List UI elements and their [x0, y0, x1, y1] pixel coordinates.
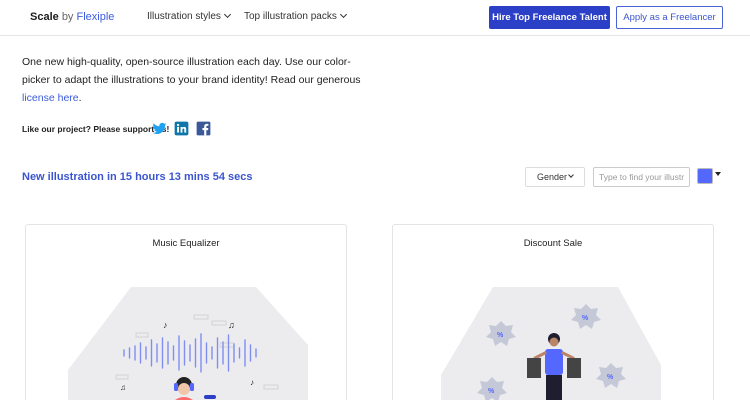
illustration-search-input[interactable] [593, 167, 690, 187]
intro-text: One new high-quality, open-source illust… [22, 56, 361, 86]
countdown-text: New illustration in 15 hours 13 mins 54 … [22, 171, 253, 183]
intro-tail: . [78, 92, 82, 104]
chevron-down-icon [568, 172, 574, 178]
brand-bold: Scale [30, 11, 59, 23]
gender-dropdown[interactable]: Gender [525, 167, 585, 187]
apply-freelancer-button[interactable]: Apply as a Freelancer [616, 6, 723, 29]
linkedin-icon[interactable] [174, 121, 189, 136]
intro-paragraph: One new high-quality, open-source illust… [22, 53, 367, 107]
top-nav-bar: Scale by Flexiple Illustration styles To… [0, 0, 750, 36]
hire-talent-button[interactable]: Hire Top Freelance Talent [489, 6, 610, 29]
svg-text:%: % [488, 388, 495, 395]
svg-text:♫: ♫ [120, 383, 126, 392]
brand-name: Flexiple [76, 11, 115, 23]
brand-by: by [61, 11, 74, 23]
twitter-icon[interactable] [152, 121, 167, 136]
gender-label: Gender [537, 172, 568, 182]
brand-logo[interactable]: Scale by Flexiple [30, 11, 114, 23]
svg-text:%: % [607, 374, 614, 381]
music-equalizer-illustration: ♪ ♫ ♫ ♪ [68, 287, 308, 400]
support-label: Like our project? Please support us! [22, 124, 170, 134]
svg-text:%: % [497, 332, 504, 339]
svg-text:♪: ♪ [163, 320, 168, 330]
svg-text:%: % [582, 315, 589, 322]
nav-illustration-styles-label: Illustration styles [147, 11, 221, 22]
illustration-card-music-equalizer[interactable]: Music Equalizer ♪ ♫ ♫ ♪ [25, 224, 347, 400]
svg-text:♪: ♪ [250, 378, 254, 387]
color-picker-caret-icon[interactable] [715, 172, 721, 176]
nav-illustration-styles[interactable]: Illustration styles [147, 10, 231, 22]
license-link[interactable]: license [22, 92, 55, 104]
nav-top-illustration-packs[interactable]: Top illustration packs [244, 10, 347, 22]
color-picker-swatch[interactable] [697, 168, 713, 184]
chevron-down-icon [223, 10, 231, 19]
facebook-icon[interactable] [196, 121, 211, 136]
chevron-down-icon [339, 10, 347, 19]
nav-top-packs-label: Top illustration packs [244, 11, 337, 22]
illustration-card-discount-sale[interactable]: Discount Sale % % % % [392, 224, 714, 400]
svg-text:♫: ♫ [228, 320, 235, 330]
license-here-link[interactable]: here [58, 92, 79, 104]
discount-sale-illustration: % % % % [441, 287, 661, 400]
